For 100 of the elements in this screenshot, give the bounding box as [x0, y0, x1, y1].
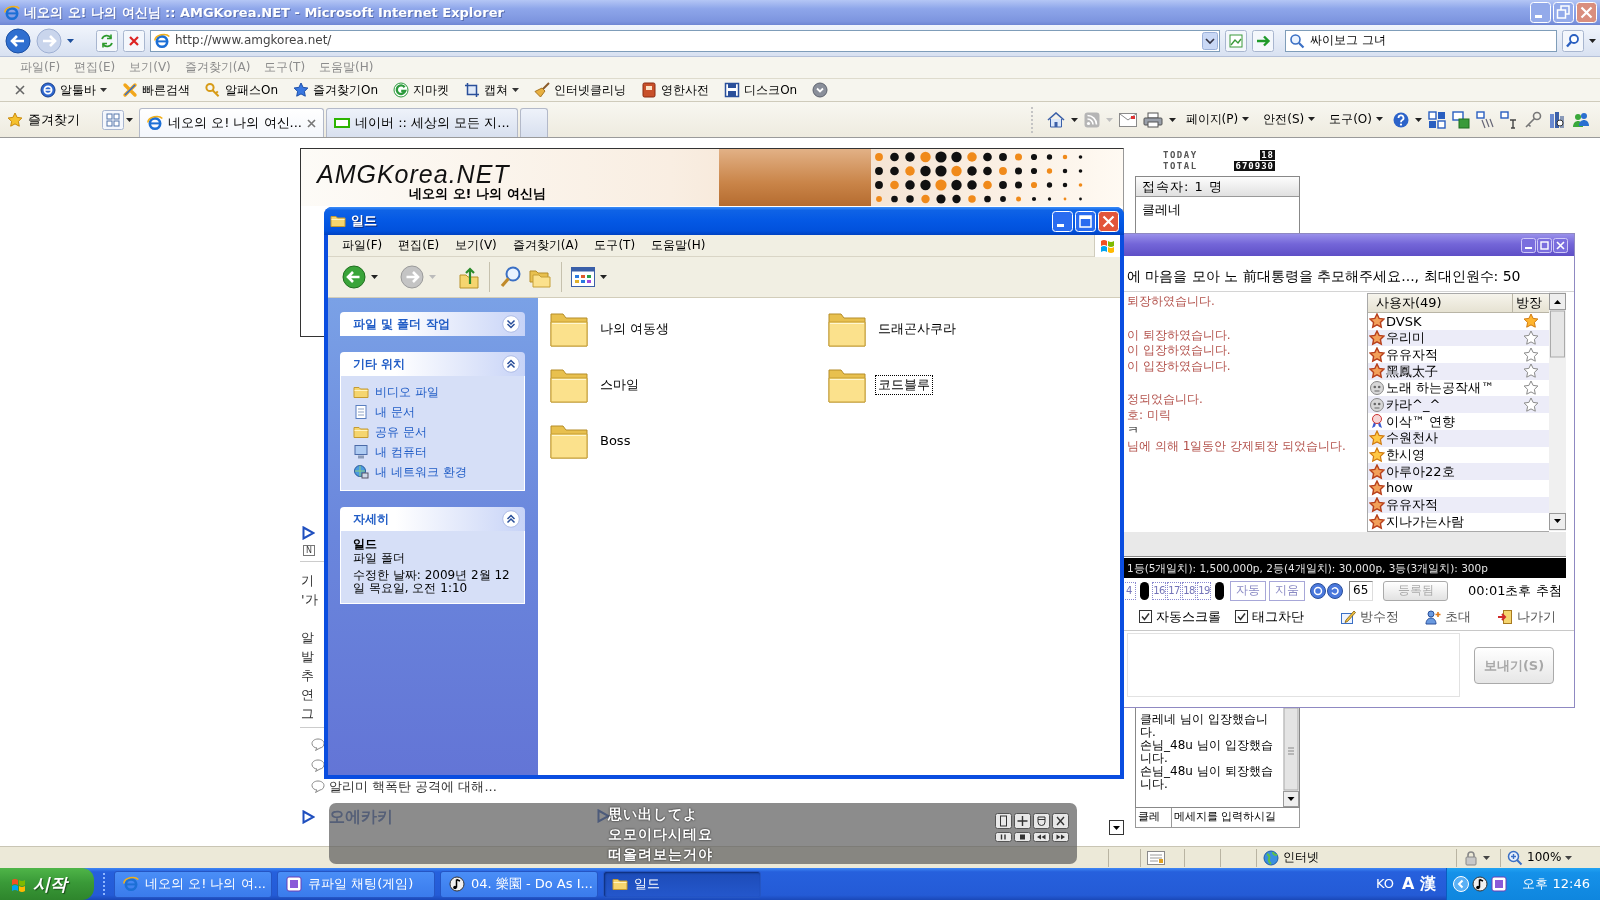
dropdown-caret-icon[interactable]: [67, 38, 74, 43]
start-button[interactable]: 시작: [0, 868, 94, 900]
taskbar-button[interactable]: 큐파일 채팅(게임): [277, 870, 435, 898]
user-row[interactable]: 黑鳳太子: [1368, 363, 1549, 380]
input-mode-indicator[interactable]: A: [1402, 874, 1415, 894]
ball-icon[interactable]: [1327, 582, 1343, 599]
menu-item[interactable]: 파일(F): [342, 238, 383, 253]
chevron-icon[interactable]: [502, 510, 520, 528]
chevron-icon[interactable]: [502, 315, 520, 333]
stop-icon[interactable]: [1014, 832, 1031, 842]
toolbar-button[interactable]: 캡쳐: [464, 82, 520, 98]
help-icon[interactable]: [1393, 111, 1409, 128]
people-icon[interactable]: [1572, 110, 1590, 129]
rewind-icon[interactable]: [1033, 832, 1050, 842]
language-indicator[interactable]: KO: [1375, 876, 1394, 892]
count-field[interactable]: 65: [1349, 580, 1373, 601]
toolbar-button[interactable]: 지마켓: [393, 82, 450, 98]
toolbar-button[interactable]: 알패스On: [205, 82, 279, 98]
menu-button[interactable]: 도구(O): [1329, 112, 1383, 127]
dropdown-caret-icon[interactable]: [1168, 117, 1176, 122]
user-row[interactable]: 아루아22호: [1368, 463, 1549, 480]
music-disc-icon[interactable]: [1472, 876, 1489, 892]
checkbox-label[interactable]: 자동스크롤: [1156, 608, 1221, 625]
taskbar-button[interactable]: 네오의 오! 나의 여...: [114, 870, 272, 898]
toolbar-button[interactable]: 인터넷클리닝: [534, 82, 627, 98]
toolbar-button[interactable]: 방수정: [1340, 608, 1399, 625]
up-folder-icon[interactable]: [458, 265, 480, 289]
toolbar-button[interactable]: 나가기: [1497, 608, 1556, 625]
toolbar-button[interactable]: 영한사전: [641, 82, 710, 98]
dropdown-caret-icon[interactable]: [126, 117, 133, 122]
dropdown-caret-icon[interactable]: [1565, 855, 1573, 860]
folder-name[interactable]: 드래곤사쿠라: [875, 319, 959, 339]
number-chip[interactable]: [1215, 581, 1224, 600]
window-lines-icon[interactable]: [1476, 110, 1494, 129]
mail-icon[interactable]: [1118, 112, 1137, 127]
folder-name[interactable]: 코드블루: [875, 375, 933, 395]
favorites-button[interactable]: 즐겨찾기: [7, 107, 80, 132]
toolbar-button[interactable]: 즐겨찾기On: [293, 82, 379, 98]
zoom-icon[interactable]: [1507, 849, 1523, 866]
fast-forward-icon[interactable]: [1052, 832, 1069, 842]
maximize-icon[interactable]: [1537, 237, 1552, 253]
chevron-icon[interactable]: [502, 355, 520, 373]
number-chip[interactable]: 19: [1197, 581, 1211, 600]
checkbox[interactable]: [1235, 610, 1248, 623]
layout-icon[interactable]: [1428, 110, 1446, 129]
menu-item[interactable]: 도구(T): [594, 238, 636, 253]
browser-tab[interactable]: 네이버 :: 세상의 모든 지...: [326, 108, 518, 137]
views-icon[interactable]: [571, 267, 595, 287]
folder-name[interactable]: 스마일: [597, 375, 642, 395]
toolbar-button[interactable]: 초대: [1425, 608, 1471, 625]
dropdown-caret-icon[interactable]: [371, 275, 378, 279]
place-link[interactable]: 내 문서: [353, 402, 415, 422]
menu-button[interactable]: 안전(S): [1263, 112, 1316, 127]
folder-name[interactable]: 나의 여동생: [597, 319, 673, 339]
scrollbar[interactable]: [1549, 292, 1566, 531]
panel-header[interactable]: 파일 및 폴더 작업: [340, 312, 525, 336]
taskbar-button[interactable]: 일드: [603, 870, 761, 898]
dropdown-caret-icon[interactable]: [1483, 855, 1490, 860]
hanja-indicator[interactable]: 漢: [1420, 874, 1437, 894]
number-chip[interactable]: 17: [1167, 581, 1181, 600]
checkbox-label[interactable]: 태그차단: [1252, 608, 1304, 625]
checkbox[interactable]: [1139, 610, 1152, 623]
place-link[interactable]: 공유 문서: [353, 422, 427, 442]
key-icon[interactable]: [1524, 110, 1542, 129]
place-link[interactable]: 비디오 파일: [353, 382, 439, 402]
chevron-left-icon[interactable]: [1453, 876, 1470, 892]
folder-name[interactable]: Boss: [597, 431, 634, 451]
dropdown-caret-icon[interactable]: [1589, 38, 1596, 43]
dropdown-caret-icon[interactable]: [1070, 117, 1078, 122]
menu-item[interactable]: 편집(E): [398, 238, 440, 253]
number-chip[interactable]: 18: [1182, 581, 1196, 600]
dropdown-icon[interactable]: [1202, 31, 1218, 50]
search-field[interactable]: 싸이보그 그녀: [1285, 29, 1557, 52]
close-icon[interactable]: [307, 118, 316, 128]
book-stack-icon[interactable]: [1548, 110, 1566, 129]
search-icon[interactable]: [1562, 29, 1584, 52]
menu-item[interactable]: 즐겨찾기(A): [512, 238, 579, 253]
cup-icon[interactable]: [1033, 813, 1050, 829]
panel-header[interactable]: 기타 위치: [340, 352, 525, 376]
toolbar-button[interactable]: 빠른검색: [122, 82, 190, 98]
scrollbar[interactable]: [1283, 708, 1299, 807]
number-chip[interactable]: [1140, 581, 1149, 600]
close-icon[interactable]: [15, 85, 25, 95]
window-icon[interactable]: [1452, 110, 1470, 129]
dropdown-caret-icon[interactable]: [600, 275, 607, 279]
user-row[interactable]: 카라^_^: [1368, 396, 1549, 414]
browser-tab[interactable]: 네오의 오! 나의 여신...: [139, 108, 324, 137]
mobile-icon[interactable]: [995, 813, 1012, 829]
pause-icon[interactable]: [995, 832, 1012, 842]
place-link[interactable]: 내 컴퓨터: [353, 442, 427, 462]
compatibility-icon[interactable]: [1225, 29, 1247, 52]
ball-icon[interactable]: [1310, 582, 1326, 599]
refresh-icon[interactable]: [96, 29, 118, 52]
app-icon[interactable]: [1491, 876, 1508, 892]
scroll-down-icon[interactable]: [1109, 820, 1124, 835]
panel-header[interactable]: 자세히: [340, 507, 525, 531]
text-cursor-icon[interactable]: [1500, 110, 1518, 129]
stop-icon[interactable]: [123, 29, 145, 52]
chevron-circle-icon[interactable]: [812, 82, 829, 98]
home-icon[interactable]: [1046, 111, 1065, 128]
